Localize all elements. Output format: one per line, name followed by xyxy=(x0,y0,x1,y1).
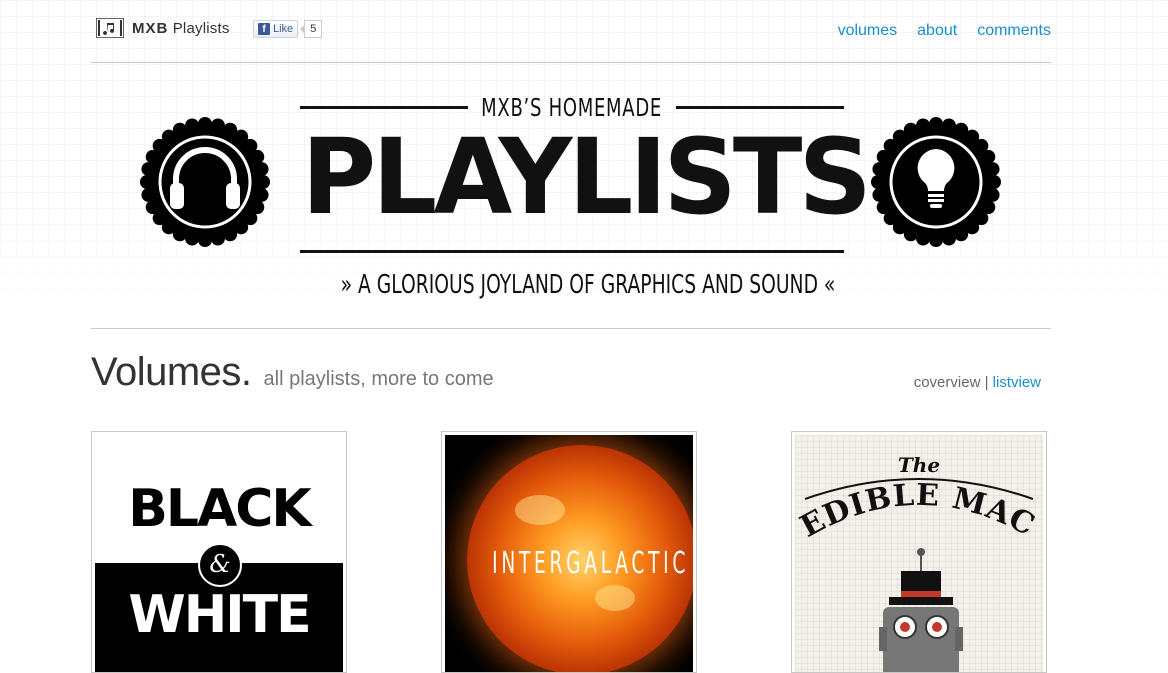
hero-rule-left xyxy=(300,105,469,109)
nav-comments[interactable]: comments xyxy=(977,22,1051,40)
view-listview[interactable]: listview xyxy=(993,374,1041,391)
cover-ampersand: & xyxy=(198,543,242,587)
lightbulb-icon xyxy=(871,117,1001,247)
cover-art: The INCREDIBLE MACHINE xyxy=(795,435,1043,672)
sun-flare xyxy=(515,495,565,525)
svg-text:INCREDIBLE MACHINE: INCREDIBLE MACHINE xyxy=(795,465,1041,545)
cover-title-line2: WHITE xyxy=(128,585,311,645)
hero-rule-right xyxy=(675,105,845,109)
hero-subtitle: » A GLORIOUS JOYLAND OF GRAPHICS AND SOU… xyxy=(340,270,836,300)
view-toggle: coverview | listview xyxy=(914,374,1041,391)
view-separator: | xyxy=(984,374,989,391)
cover-title: INTERGALACTIC xyxy=(492,546,690,581)
facebook-like-label: Like xyxy=(273,23,294,35)
nav-about[interactable]: about xyxy=(917,22,957,40)
main-nav: volumes about comments xyxy=(838,22,1051,40)
page-container: MXB Playlists f Like 5 volumes about com… xyxy=(91,0,1051,673)
nav-volumes[interactable]: volumes xyxy=(838,22,898,40)
cover-title-line1: BLACK xyxy=(128,479,311,539)
site-name: MXB Playlists xyxy=(132,19,230,37)
volume-card-incredible-machine[interactable]: The INCREDIBLE MACHINE xyxy=(791,431,1047,673)
volumes-header: Volumes. all playlists, more to come xyxy=(91,350,494,395)
headphones-icon xyxy=(140,117,270,247)
site-logo[interactable]: MXB Playlists xyxy=(96,18,230,38)
facebook-like-widget: f Like 5 xyxy=(253,20,323,38)
volumes-title: Volumes. xyxy=(91,350,252,394)
volume-card-black-white[interactable]: BLACK & WHITE xyxy=(91,431,347,673)
facebook-like-count: 5 xyxy=(300,20,323,38)
cover-art: INTERGALACTIC xyxy=(445,435,693,672)
hero-divider xyxy=(91,328,1051,329)
hero-banner: MXB’S HOMEMADE PLAYLISTS » A GLORIOUS JO… xyxy=(91,62,1051,328)
facebook-like-button[interactable]: f Like xyxy=(253,20,299,38)
sun-flare xyxy=(595,585,635,611)
volume-card-intergalactic[interactable]: INTERGALACTIC xyxy=(441,431,697,673)
music-note-logo-icon xyxy=(96,18,124,38)
volumes-subtitle: all playlists, more to come xyxy=(263,368,494,390)
hero-title: PLAYLISTS xyxy=(301,116,872,238)
cover-title: INCREDIBLE MACHINE xyxy=(795,465,1040,545)
robot-illustration xyxy=(879,548,963,672)
cover-art: BLACK & WHITE xyxy=(95,435,343,672)
cover-title-arc: INCREDIBLE MACHINE xyxy=(795,465,1041,545)
hero-rule-bottom xyxy=(300,250,844,253)
view-coverview[interactable]: coverview xyxy=(914,374,981,391)
facebook-icon: f xyxy=(258,23,270,35)
